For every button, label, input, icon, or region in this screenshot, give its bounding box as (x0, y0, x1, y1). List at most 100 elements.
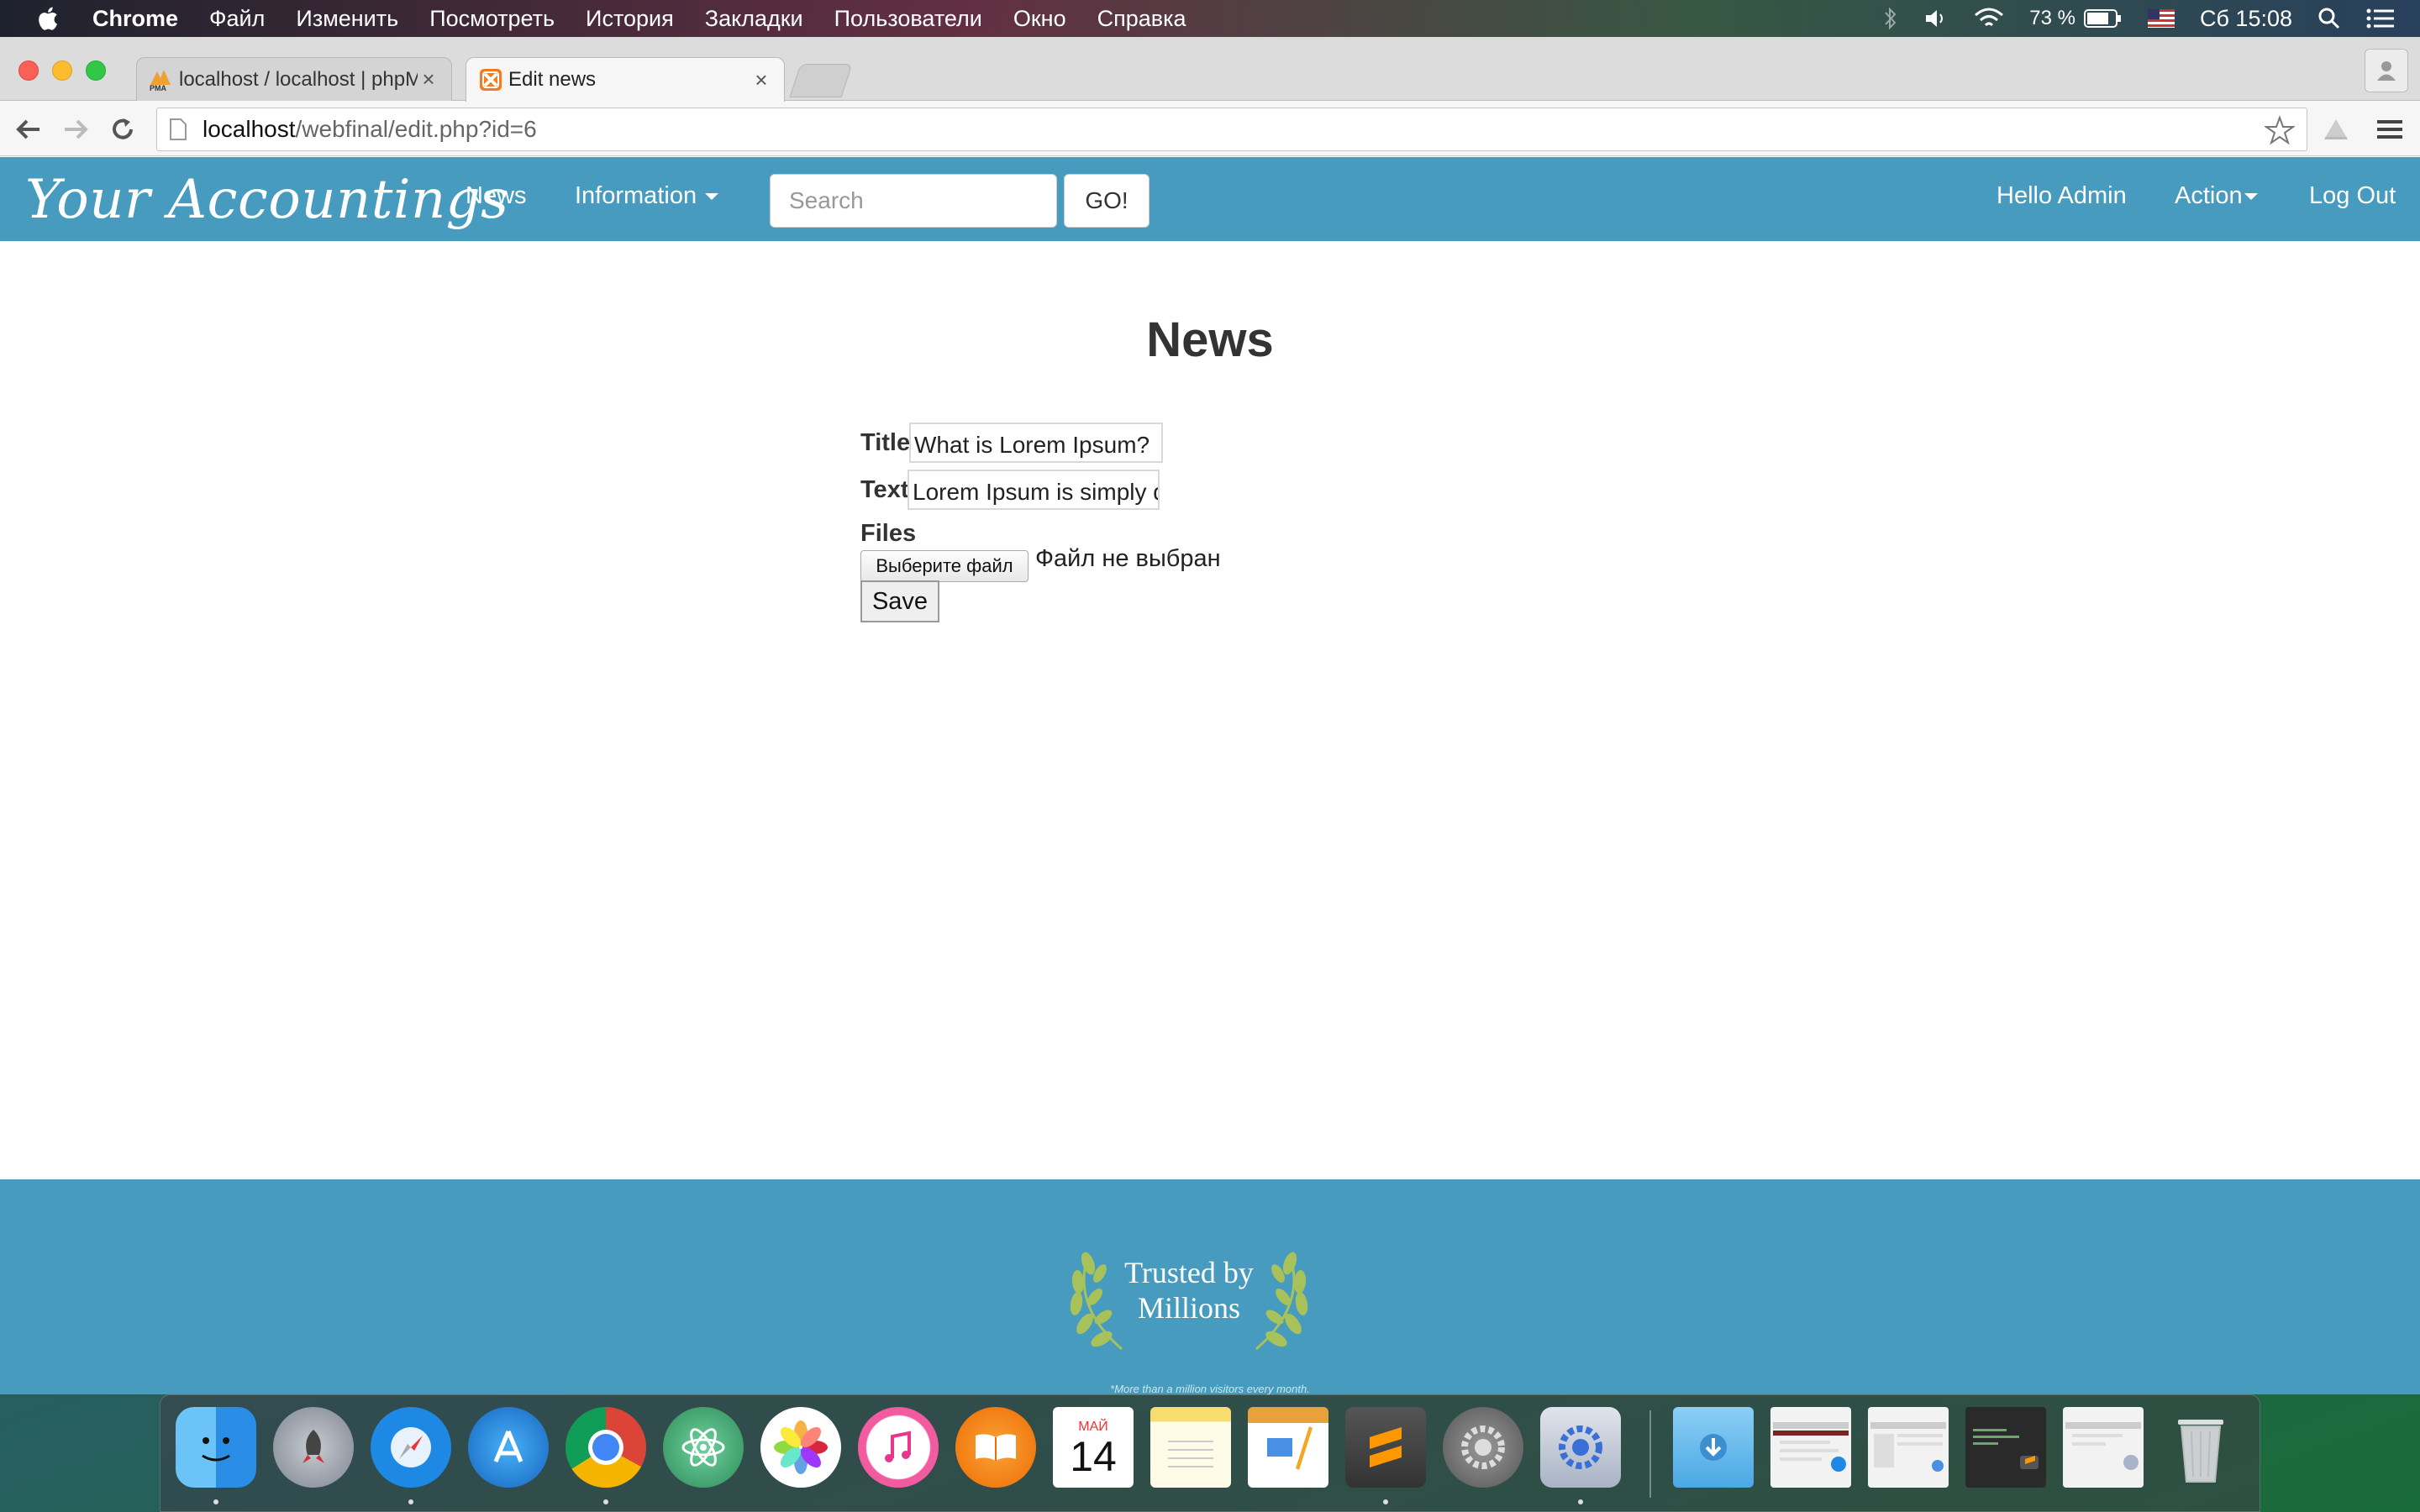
status-area: 73 % Сб 15:08 (1883, 0, 2420, 37)
file-status-text: Файл не выбран (1035, 545, 1221, 572)
new-tab-button[interactable] (789, 64, 853, 97)
xampp-manager-icon[interactable] (1540, 1407, 1621, 1488)
notification-center-icon[interactable] (2366, 8, 2395, 29)
trust-line-1: Trusted by (1124, 1256, 1254, 1289)
atom-icon[interactable] (663, 1407, 744, 1488)
person-icon (2377, 61, 2396, 81)
title-label: Title (860, 429, 911, 456)
phpmyadmin-icon: PMA (149, 67, 174, 92)
us-flag-icon[interactable] (2147, 9, 2175, 28)
sublime-text-icon[interactable] (1345, 1407, 1426, 1488)
pages-icon[interactable] (1248, 1407, 1328, 1488)
menu-file[interactable]: Файл (209, 6, 265, 32)
tab-edit-news[interactable]: Edit news × (466, 57, 785, 102)
browser-toolbar: localhost /webfinal/edit.php?id=6 (0, 101, 2420, 156)
calendar-day: 14 (1070, 1433, 1117, 1480)
extension-icon[interactable] (2317, 111, 2354, 148)
system-preferences-icon[interactable] (1443, 1407, 1523, 1488)
url-path: /webfinal/edit.php?id=6 (295, 116, 537, 142)
tab-phpmyadmin[interactable]: PMA localhost / localhost | phpM × (136, 57, 452, 101)
window-thumbnail-1[interactable] (1770, 1407, 1851, 1488)
clock[interactable]: Сб 15:08 (2200, 6, 2292, 32)
trust-line-2: Millions (1137, 1291, 1241, 1325)
chrome-menu-icon[interactable] (2371, 111, 2408, 148)
address-bar[interactable]: localhost /webfinal/edit.php?id=6 (156, 108, 2307, 151)
nav-action-label: Action (2175, 182, 2243, 209)
menu-help[interactable]: Справка (1097, 6, 1186, 32)
forward-button[interactable] (57, 111, 94, 148)
menu-edit[interactable]: Изменить (296, 6, 398, 32)
page-title: News (1146, 312, 1274, 367)
close-tab-icon[interactable]: × (418, 66, 439, 92)
calendar-icon[interactable]: МАЙ 14 (1053, 1407, 1134, 1488)
trusted-by-millions-badge: Trusted by Millions (1055, 1230, 1323, 1364)
notes-icon[interactable] (1150, 1407, 1231, 1488)
favicon-pma-text: PMA (150, 84, 167, 92)
running-indicator (408, 1499, 413, 1504)
web-page: Your Accountings News Information GO! He… (0, 157, 2420, 1395)
finder-icon[interactable] (176, 1407, 256, 1488)
choose-file-button[interactable]: Выберите файл (860, 550, 1028, 582)
tab-strip: PMA localhost / localhost | phpM × Edit … (0, 37, 2420, 102)
ibooks-icon[interactable] (955, 1407, 1036, 1488)
xampp-icon (478, 67, 503, 92)
trust-footnote: *More than a million visitors every mont… (1110, 1383, 1310, 1395)
save-button[interactable]: Save (860, 580, 939, 622)
battery-percent: 73 % (2029, 7, 2075, 29)
menu-bookmarks[interactable]: Закладки (705, 6, 803, 32)
text-input[interactable]: Lorem Ipsum is simply dummy text (908, 470, 1160, 510)
window-thumbnail-4[interactable] (2063, 1407, 2144, 1488)
photos-icon[interactable] (760, 1407, 841, 1488)
menu-people[interactable]: Пользователи (834, 6, 982, 32)
tab-title: localhost / localhost | phpM (179, 67, 418, 91)
menu-app-name[interactable]: Chrome (92, 6, 178, 32)
macos-menu-bar: Chrome Файл Изменить Посмотреть История … (0, 0, 2420, 37)
wifi-icon[interactable] (1974, 7, 2004, 30)
window-thumbnail-3[interactable] (1965, 1407, 2046, 1488)
downloads-folder-icon[interactable] (1673, 1407, 1754, 1488)
itunes-icon[interactable] (858, 1407, 939, 1488)
search-input[interactable] (770, 174, 1057, 228)
apple-icon[interactable] (35, 5, 59, 32)
go-button[interactable]: GO! (1064, 174, 1150, 228)
menu-history[interactable]: История (586, 6, 674, 32)
back-button[interactable] (10, 111, 47, 148)
site-brand[interactable]: Your Accountings (25, 169, 508, 231)
zoom-window-button[interactable] (86, 60, 106, 81)
running-indicator (1383, 1499, 1388, 1504)
menu-view[interactable]: Посмотреть (429, 6, 555, 32)
caret-down-icon (705, 193, 719, 201)
arrow-right-icon (65, 119, 88, 139)
app-store-icon[interactable] (468, 1407, 549, 1488)
minimize-window-button[interactable] (52, 60, 72, 81)
nav-hello-admin[interactable]: Hello Admin (1996, 182, 2127, 210)
trash-icon[interactable] (2160, 1407, 2241, 1488)
volume-icon[interactable] (1923, 8, 1949, 29)
site-footer: Trusted by Millions *More than a million… (0, 1179, 2420, 1395)
profile-button[interactable] (2365, 49, 2408, 92)
nav-logout[interactable]: Log Out (2309, 182, 2396, 210)
close-window-button[interactable] (18, 60, 39, 81)
title-input[interactable]: What is Lorem Ipsum? (909, 423, 1163, 463)
menu-window[interactable]: Окно (1013, 6, 1066, 32)
nav-information-dropdown[interactable]: Information (575, 182, 719, 210)
safari-icon[interactable] (371, 1407, 451, 1488)
url-host: localhost (203, 116, 296, 142)
reload-icon (113, 118, 133, 139)
close-tab-icon[interactable]: × (750, 67, 772, 93)
arrow-left-icon (16, 119, 39, 139)
bluetooth-icon[interactable] (1883, 7, 1898, 30)
chrome-icon[interactable] (566, 1407, 646, 1488)
launchpad-icon[interactable] (273, 1407, 354, 1488)
spotlight-search-icon[interactable] (2317, 7, 2341, 30)
dock-separator (1649, 1410, 1651, 1498)
battery-icon[interactable] (2083, 8, 2123, 29)
nav-news[interactable]: News (466, 182, 527, 210)
macos-dock: МАЙ 14 (160, 1394, 2260, 1512)
reload-button[interactable] (104, 111, 141, 148)
nav-action-dropdown[interactable]: Action (2175, 182, 2258, 210)
window-thumbnail-2[interactable] (1868, 1407, 1949, 1488)
nav-information-label: Information (575, 182, 697, 209)
main-content: News Title What is Lorem Ipsum? Text Lor… (0, 241, 2420, 1205)
bookmark-star-icon[interactable] (2263, 115, 2296, 151)
